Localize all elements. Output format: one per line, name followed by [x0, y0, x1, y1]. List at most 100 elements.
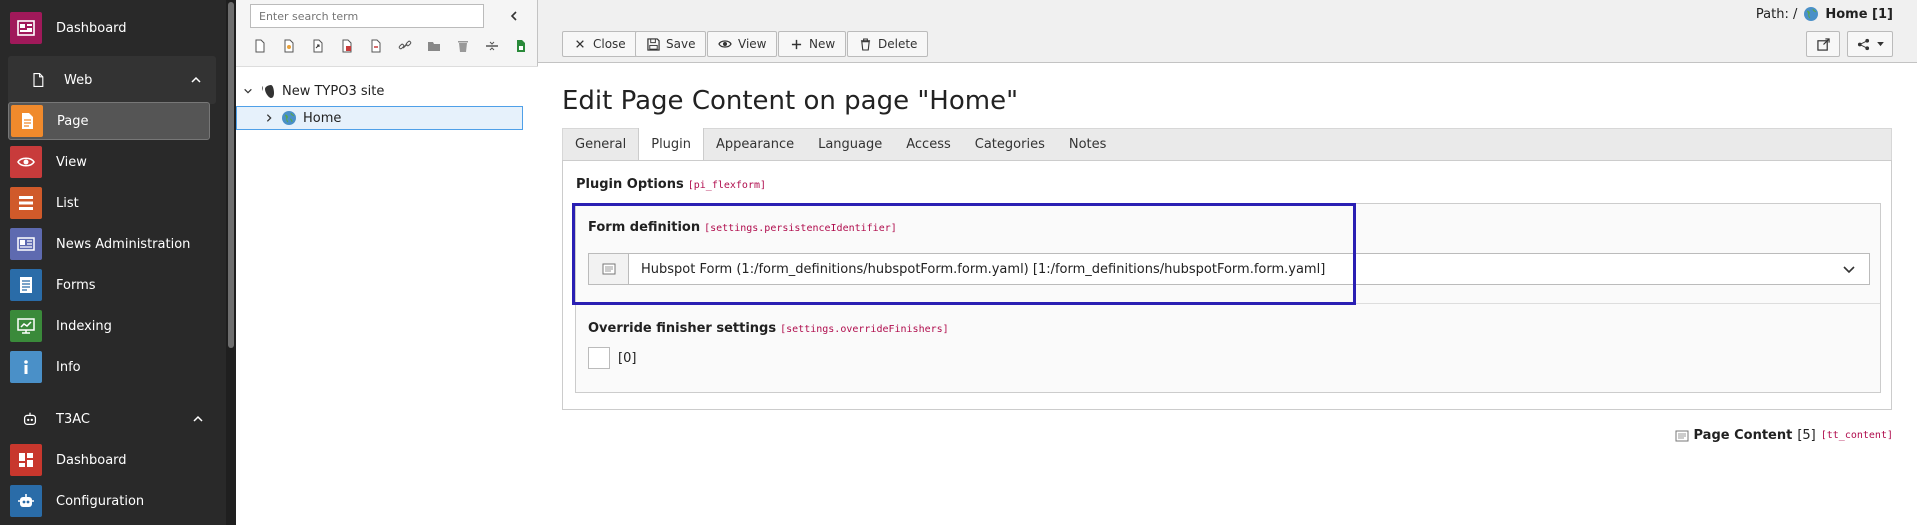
link-page-icon[interactable] — [337, 36, 357, 56]
module-dashboard[interactable]: Dashboard — [10, 9, 210, 47]
chevron-down-icon[interactable] — [242, 85, 254, 97]
view-label: View — [738, 37, 767, 51]
flexform-container: Form definition [settings.persistenceIden… — [575, 203, 1881, 393]
external-window-icon — [1816, 37, 1830, 51]
module-label: Configuration — [56, 493, 145, 509]
spacer-icon[interactable] — [482, 36, 502, 56]
path-current[interactable]: Home [1] — [1825, 7, 1893, 22]
scrollbar-thumb[interactable] — [228, 2, 234, 348]
module-view[interactable]: View — [10, 143, 210, 181]
tab-notes[interactable]: Notes — [1057, 129, 1119, 160]
breadcrumb: Path: / Home [1] — [1756, 6, 1893, 22]
tab-bar: General Plugin Appearance Language Acces… — [562, 128, 1892, 161]
module-forms[interactable]: Forms — [10, 266, 210, 304]
new-page-icon[interactable] — [250, 36, 270, 56]
override-finishers-checkbox[interactable] — [588, 347, 610, 369]
module-list[interactable]: List — [10, 184, 210, 222]
view-button[interactable]: View — [707, 31, 778, 57]
forms-icon — [10, 269, 42, 301]
module-group-t3ac[interactable]: T3AC — [0, 395, 226, 443]
web-page-icon — [28, 70, 48, 90]
plugin-tab-panel: Plugin Options [pi_flexform] Form definit… — [562, 160, 1892, 410]
share-dropdown-button[interactable] — [1847, 31, 1893, 57]
tab-appearance[interactable]: Appearance — [704, 129, 806, 160]
indexing-icon — [10, 310, 42, 342]
module-news-administration[interactable]: News Administration — [10, 225, 210, 263]
form-definition-value: Hubspot Form (1:/form_definitions/hubspo… — [641, 261, 1326, 277]
page-title: Edit Page Content on page "Home" — [562, 86, 1019, 116]
module-t3ac-dashboard[interactable]: Dashboard — [10, 441, 210, 479]
close-button[interactable]: Close — [562, 31, 637, 57]
module-label: View — [56, 154, 87, 170]
save-button[interactable]: Save — [635, 31, 707, 57]
module-label: Forms — [56, 277, 96, 293]
tree-toolbar — [250, 36, 560, 56]
tab-access[interactable]: Access — [894, 129, 963, 160]
chevron-up-icon — [191, 76, 201, 83]
form-definition-field: Form definition [settings.persistenceIden… — [576, 204, 1880, 304]
form-definition-heading: Form definition [settings.persistenceIden… — [588, 220, 897, 235]
override-finishers-label: Override finisher settings — [588, 321, 777, 336]
page-tree: New TYPO3 site Home — [236, 66, 538, 525]
new-label: New — [809, 37, 836, 51]
record-type: Page Content — [1693, 428, 1793, 443]
open-new-window-button[interactable] — [1806, 31, 1840, 57]
tab-categories[interactable]: Categories — [963, 129, 1057, 160]
plus-icon — [789, 37, 803, 51]
record-table: [tt_content] — [1820, 430, 1893, 441]
plugin-options-key: [pi_flexform] — [687, 180, 767, 191]
trash-icon — [858, 37, 872, 51]
external-link-icon[interactable] — [395, 36, 415, 56]
page-type-icon[interactable] — [279, 36, 299, 56]
module-info[interactable]: Info — [10, 348, 210, 386]
module-label: List — [56, 195, 79, 211]
tab-general[interactable]: General — [563, 129, 638, 160]
tree-node-root[interactable]: New TYPO3 site — [242, 79, 528, 103]
record-info: Page Content [5] [tt_content] — [1675, 428, 1893, 443]
new-button[interactable]: New — [778, 31, 847, 57]
tree-node-home[interactable]: Home — [236, 106, 523, 130]
override-finishers-field: Override finisher settings [settings.over… — [576, 305, 1880, 392]
module-indexing[interactable]: Indexing — [10, 307, 210, 345]
module-label: Indexing — [56, 318, 112, 334]
form-definition-select[interactable]: Hubspot Form (1:/form_definitions/hubspo… — [588, 253, 1870, 285]
t3ac-dashboard-icon — [10, 444, 42, 476]
tab-plugin[interactable]: Plugin — [638, 128, 705, 161]
typo3-logo-icon — [260, 83, 276, 99]
page-module-icon — [11, 105, 43, 137]
tree-search-input[interactable] — [250, 4, 484, 28]
close-icon — [573, 37, 587, 51]
backend-section-icon[interactable] — [511, 36, 531, 56]
recycler-icon[interactable] — [453, 36, 473, 56]
eye-icon — [10, 146, 42, 178]
module-label: Info — [56, 359, 81, 375]
delete-label: Delete — [878, 37, 918, 51]
module-page[interactable]: Page — [8, 102, 210, 140]
eye-icon — [718, 37, 732, 51]
delete-button[interactable]: Delete — [847, 31, 929, 57]
module-group-label: Web — [64, 72, 93, 88]
module-menu-scrollbar[interactable] — [226, 0, 236, 525]
mountpoint-icon[interactable] — [366, 36, 386, 56]
tab-language[interactable]: Language — [806, 129, 894, 160]
close-label: Close — [593, 37, 626, 51]
shortcut-page-icon[interactable] — [308, 36, 328, 56]
path-label: Path: / — [1755, 6, 1798, 22]
chevron-up-icon — [193, 415, 203, 422]
save-label: Save — [666, 37, 696, 51]
content-element-icon — [1675, 430, 1688, 441]
page-tree-pane: New TYPO3 site Home — [236, 0, 552, 525]
module-label: Page — [57, 113, 89, 129]
tree-node-label: New TYPO3 site — [282, 83, 385, 99]
robot-icon — [20, 409, 40, 429]
module-group-web[interactable]: Web — [8, 56, 216, 104]
form-definition-label: Form definition — [588, 220, 701, 235]
folder-icon[interactable] — [424, 36, 444, 56]
tree-node-label: Home — [303, 110, 342, 126]
module-configuration[interactable]: Configuration — [10, 482, 210, 520]
save-icon — [646, 37, 660, 51]
collapse-tree-icon[interactable] — [506, 8, 522, 24]
chevron-right-icon[interactable] — [263, 112, 275, 124]
plugin-options-heading: Plugin Options [pi_flexform] — [576, 177, 766, 192]
info-icon — [10, 351, 42, 383]
